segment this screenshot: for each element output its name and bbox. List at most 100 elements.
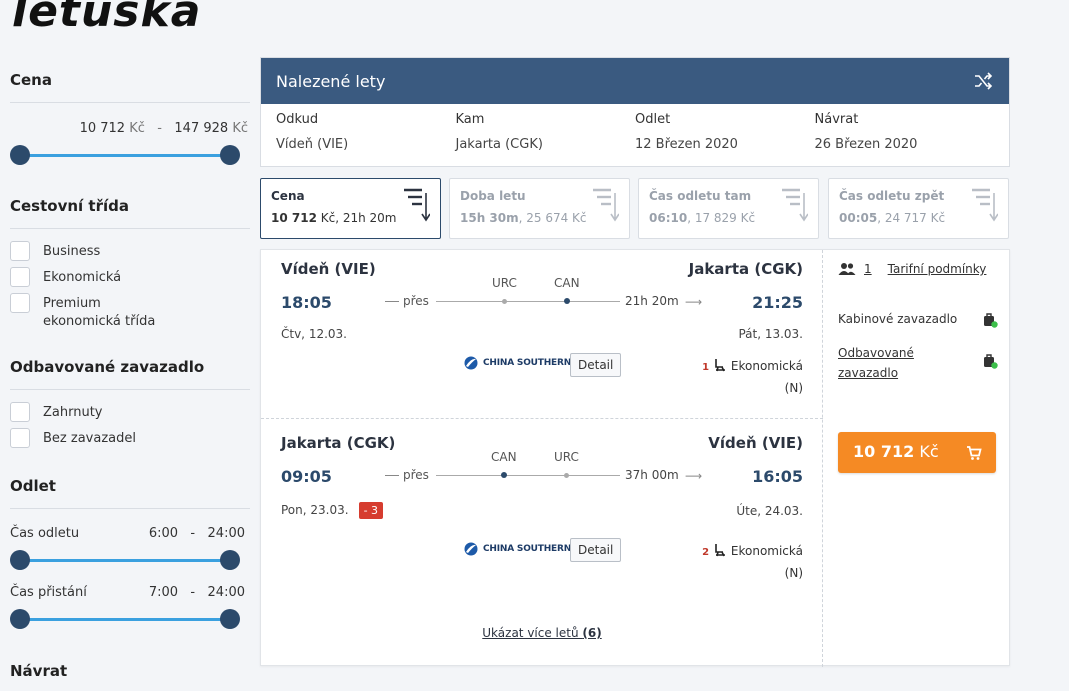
departure-time-slider[interactable] [10, 550, 240, 570]
arrival-time-slider[interactable] [10, 609, 240, 629]
premium-checkbox[interactable] [10, 293, 30, 313]
leg-departure-time: 18:05 [281, 293, 332, 312]
price-slider[interactable] [10, 145, 240, 165]
baggage-option-none[interactable]: Bez zavazadel [10, 428, 136, 448]
divider [10, 228, 250, 229]
summary-label: Kam [455, 112, 485, 127]
price-filter-title: Cena [10, 71, 52, 89]
more-count: (6) [582, 626, 602, 640]
sort-tab-return-time[interactable]: Čas odletu zpět 00:05, 24 717 Kč [828, 178, 1009, 239]
china-southern-icon [464, 542, 478, 556]
business-label: Business [43, 244, 101, 259]
airline-logo: CHINA SOUTHERN [463, 356, 571, 370]
fare-class: 2 Ekonomická (N) [702, 541, 803, 584]
class-name: Ekonomická [730, 544, 803, 558]
departure-slider-min-handle[interactable] [10, 550, 30, 570]
book-price-button[interactable]: 10 712 Kč [838, 432, 996, 473]
leg-arrival-time: 21:25 [752, 293, 803, 312]
outbound-leg: Vídeň (VIE) Jakarta (CGK) 18:05 21:25 př… [261, 250, 823, 418]
found-flights-header: Nalezené lety [261, 58, 1009, 104]
arrival-time-row: Čas přistání 7:00 - 24:00 [10, 585, 245, 600]
price-separator: - [157, 121, 162, 136]
leg-origin: Jakarta (CGK) [281, 434, 396, 452]
shuffle-icon[interactable] [973, 71, 993, 91]
baggage-included-icon [984, 354, 998, 369]
class-name: Ekonomická [730, 359, 803, 373]
price-max-currency: Kč [232, 121, 248, 136]
route-dash [385, 301, 399, 302]
summary-value: 26 Březen 2020 [814, 137, 918, 152]
arrival-slider-max-handle[interactable] [220, 609, 240, 629]
divider [10, 102, 250, 103]
divider [10, 508, 250, 509]
detail-button[interactable]: Detail [570, 353, 622, 377]
route-dash [385, 475, 399, 476]
summary-to: Kam Jakarta (CGK) [456, 112, 636, 152]
tariff-conditions-link[interactable]: Tarifní podmínky [888, 262, 987, 276]
premium-label: Premium ekonomická třída [43, 296, 156, 329]
brand-logo[interactable]: letuška [12, 0, 201, 37]
leg-destination: Vídeň (VIE) [708, 434, 803, 452]
sort-descending-icon [593, 188, 619, 222]
fare-code: (N) [784, 566, 803, 580]
leg-duration: 21h 20m [625, 294, 679, 308]
china-southern-icon [464, 356, 478, 370]
route-via-label: přes [403, 294, 429, 308]
price-slider-min-handle[interactable] [10, 145, 30, 165]
departure-slider-max-handle[interactable] [220, 550, 240, 570]
price-slider-max-handle[interactable] [220, 145, 240, 165]
passenger-info: 1 Tarifní podmínky [838, 262, 986, 276]
show-more-row: Ukázat více letů (6) [261, 626, 823, 640]
passenger-count[interactable]: 1 [864, 262, 872, 276]
passengers-icon [838, 263, 856, 275]
sort-descending-icon [782, 188, 808, 222]
summary-value: 12 Březen 2020 [635, 137, 738, 152]
departure-time-from: 6:00 [148, 526, 179, 541]
departure-time-range: 6:00 - 24:00 [149, 526, 245, 541]
leg-arrival-date: Úte, 24.03. [736, 504, 803, 518]
arrival-time-range: 7:00 - 24:00 [149, 585, 245, 600]
cabin-baggage-row: Kabinové zavazadlo [838, 312, 998, 328]
included-checkbox[interactable] [10, 402, 30, 422]
class-option-premium[interactable]: Premium ekonomická třída [10, 293, 160, 331]
price-min-currency: Kč [129, 121, 145, 136]
leg-route: přes URC CAN 21h 20m ⟶ [385, 276, 705, 316]
checked-baggage-link[interactable]: Odbavované zavazadlo [838, 343, 928, 383]
price-max: 147 928 [174, 121, 229, 136]
economy-checkbox[interactable] [10, 267, 30, 287]
stop-dot [564, 298, 570, 304]
no-baggage-label: Bez zavazadel [43, 431, 136, 446]
arrival-time-to: 24:00 [207, 585, 245, 600]
leg-departure-time: 09:05 [281, 467, 332, 486]
arrow-right-icon: ⟶ [685, 469, 703, 483]
baggage-title: Odbavované zavazadlo [10, 358, 205, 376]
route-line [436, 301, 620, 302]
slider-track [20, 154, 230, 157]
arrival-slider-min-handle[interactable] [10, 609, 30, 629]
show-more-link[interactable]: Ukázat více letů (6) [482, 626, 601, 640]
sort-tab-duration[interactable]: Doba letu 15h 30m, 25 674 Kč [449, 178, 630, 239]
business-checkbox[interactable] [10, 241, 30, 261]
no-baggage-checkbox[interactable] [10, 428, 30, 448]
departure-time-row: Čas odletu 6:00 - 24:00 [10, 526, 245, 541]
leg-route: přes CAN URC 37h 00m ⟶ [385, 450, 705, 490]
airline-name: CHINA SOUTHERN [483, 544, 572, 554]
class-option-economy[interactable]: Ekonomická [10, 267, 121, 287]
leg-duration: 37h 00m [625, 468, 679, 482]
arrow-right-icon: ⟶ [685, 295, 703, 309]
leg-origin: Vídeň (VIE) [281, 260, 376, 278]
price-amount: 10 712 [853, 442, 915, 461]
summary-value: Jakarta (CGK) [455, 137, 543, 152]
sort-tab-price[interactable]: Cena 10 712 Kč, 21h 20m [260, 178, 441, 239]
baggage-option-included[interactable]: Zahrnuty [10, 402, 103, 422]
class-option-business[interactable]: Business [10, 241, 100, 261]
sort-descending-icon [404, 188, 430, 222]
route-via-label: přes [403, 468, 429, 482]
detail-button[interactable]: Detail [570, 538, 622, 562]
sort-tab-outbound-time[interactable]: Čas odletu tam 06:10, 17 829 Kč [638, 178, 819, 239]
economy-label: Ekonomická [43, 270, 122, 285]
return-leg: Jakarta (CGK) Vídeň (VIE) 09:05 16:05 př… [261, 418, 823, 586]
cart-icon [967, 446, 982, 460]
seats-count: 2 [702, 547, 710, 558]
summary-label: Odlet [635, 112, 671, 127]
